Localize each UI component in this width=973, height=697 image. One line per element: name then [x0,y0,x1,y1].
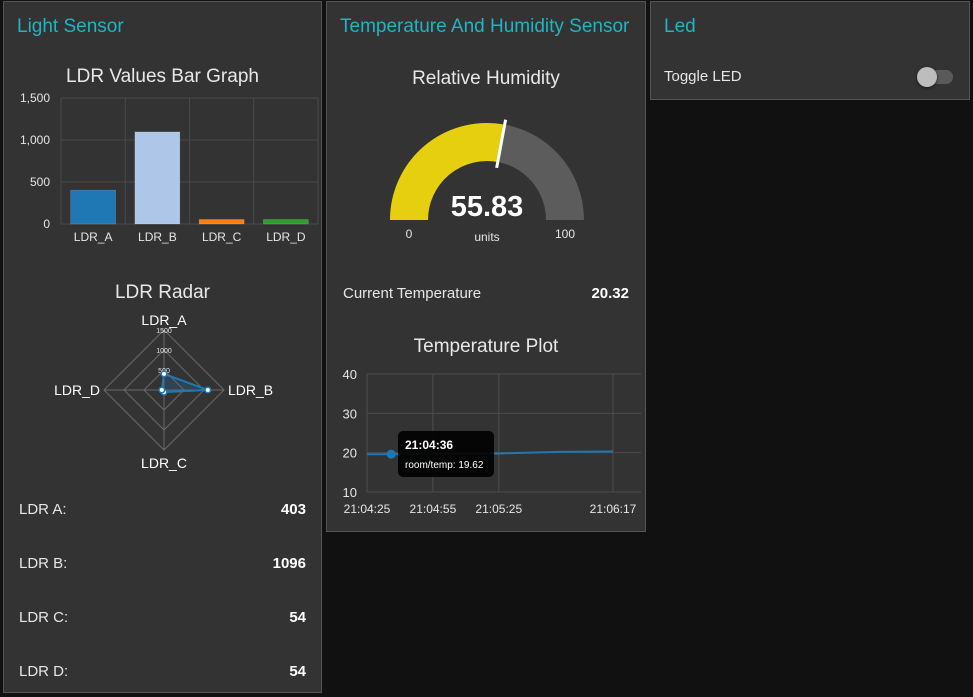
tooltip-value: room/temp: 19.62 [405,460,484,471]
gauge-units: units [474,230,499,244]
bar-y-tick-label: 1,000 [20,133,50,147]
plot-x-tick-label: 21:06:17 [590,502,637,516]
plot-x-tick-label: 21:04:55 [410,502,457,516]
temp-plot-title: Temperature Plot [413,336,559,357]
gauge-title: Relative Humidity [412,68,560,89]
ldr-a-label: LDR A: [19,501,67,518]
radar-axis-label: LDR_C [141,455,187,471]
radar-axis-label: LDR_B [228,382,273,398]
plot-y-tick-label: 10 [343,485,357,500]
radar-ring-label: 1000 [156,348,172,355]
ldr-d-label: LDR D: [19,663,69,680]
ldr-b-value: 1096 [272,555,306,572]
radar-ring-label: 1500 [156,328,172,335]
gauge-max: 100 [555,227,575,241]
plot-x-tick-label: 21:04:25 [344,502,391,516]
led-card: Led Toggle LED [650,1,970,100]
gauge-min: 0 [406,227,413,241]
plot-x-tick-label: 21:05:25 [475,502,522,516]
radar-axis-label: LDR_D [54,382,100,398]
bar-y-tick-label: 0 [43,217,50,231]
radar-series-area [160,372,209,394]
toggle-knob [917,67,937,87]
bar-y-tick-label: 1,500 [20,91,50,105]
temp-humidity-title: Temperature And Humidity Sensor [340,16,630,37]
bar-y-tick-label: 500 [30,175,50,189]
led-title: Led [664,16,696,37]
radar-title: LDR Radar [114,282,211,303]
bar-ldr-b [134,131,181,225]
bar-x-tick-label: LDR_A [74,230,113,244]
plot-y-tick-label: 40 [343,367,357,382]
ldr-a-value: 403 [280,501,306,518]
ldr-d-value: 54 [289,663,306,680]
ldr-bar-chart: 0 500 1,000 1,500 LDR_A LDR_B LDR_C LDR_D [20,91,319,244]
radar-axis-label: LDR_A [141,312,187,328]
bar-ldr-d [263,219,309,225]
humidity-gauge: 55.83 units 0 100 [390,119,584,244]
radar-point [204,386,212,394]
hover-point [386,449,396,459]
tooltip-time: 21:04:36 [405,438,453,452]
current-temperature-value: 20.32 [591,285,629,302]
plot-y-tick-label: 30 [343,406,357,421]
toggle-led-switch[interactable] [915,66,955,88]
bar-ldr-c [198,219,245,225]
light-sensor-card: Light Sensor LDR Values Bar Graph 0 500 1,… [3,1,322,693]
toggle-led-label: Toggle LED [664,68,742,85]
bar-x-tick-label: LDR_D [266,230,306,244]
light-sensor-title: Light Sensor [17,16,124,37]
bar-graph-title: LDR Values Bar Graph [66,66,259,87]
ldr-c-label: LDR C: [19,609,69,626]
temp-humidity-card: Temperature And Humidity Sensor Relative… [326,1,646,532]
ldr-b-label: LDR B: [19,555,68,572]
bar-x-tick-label: LDR_C [202,230,242,244]
temperature-line-chart: 10 20 30 40 21:04:25 21:04:55 21:05:25 21:06:17… [343,367,641,516]
gauge-value: 55.83 [451,191,524,223]
radar-point [158,386,166,394]
ldr-c-value: 54 [289,609,306,626]
bar-ldr-a [70,189,116,225]
bar-x-tick-label: LDR_B [138,230,177,244]
radar-point [160,370,168,378]
plot-y-tick-label: 20 [343,446,357,461]
ldr-radar-chart: 15001000500LDR_ALDR_BLDR_CLDR_D [54,312,273,471]
current-temperature-label: Current Temperature [343,285,482,302]
